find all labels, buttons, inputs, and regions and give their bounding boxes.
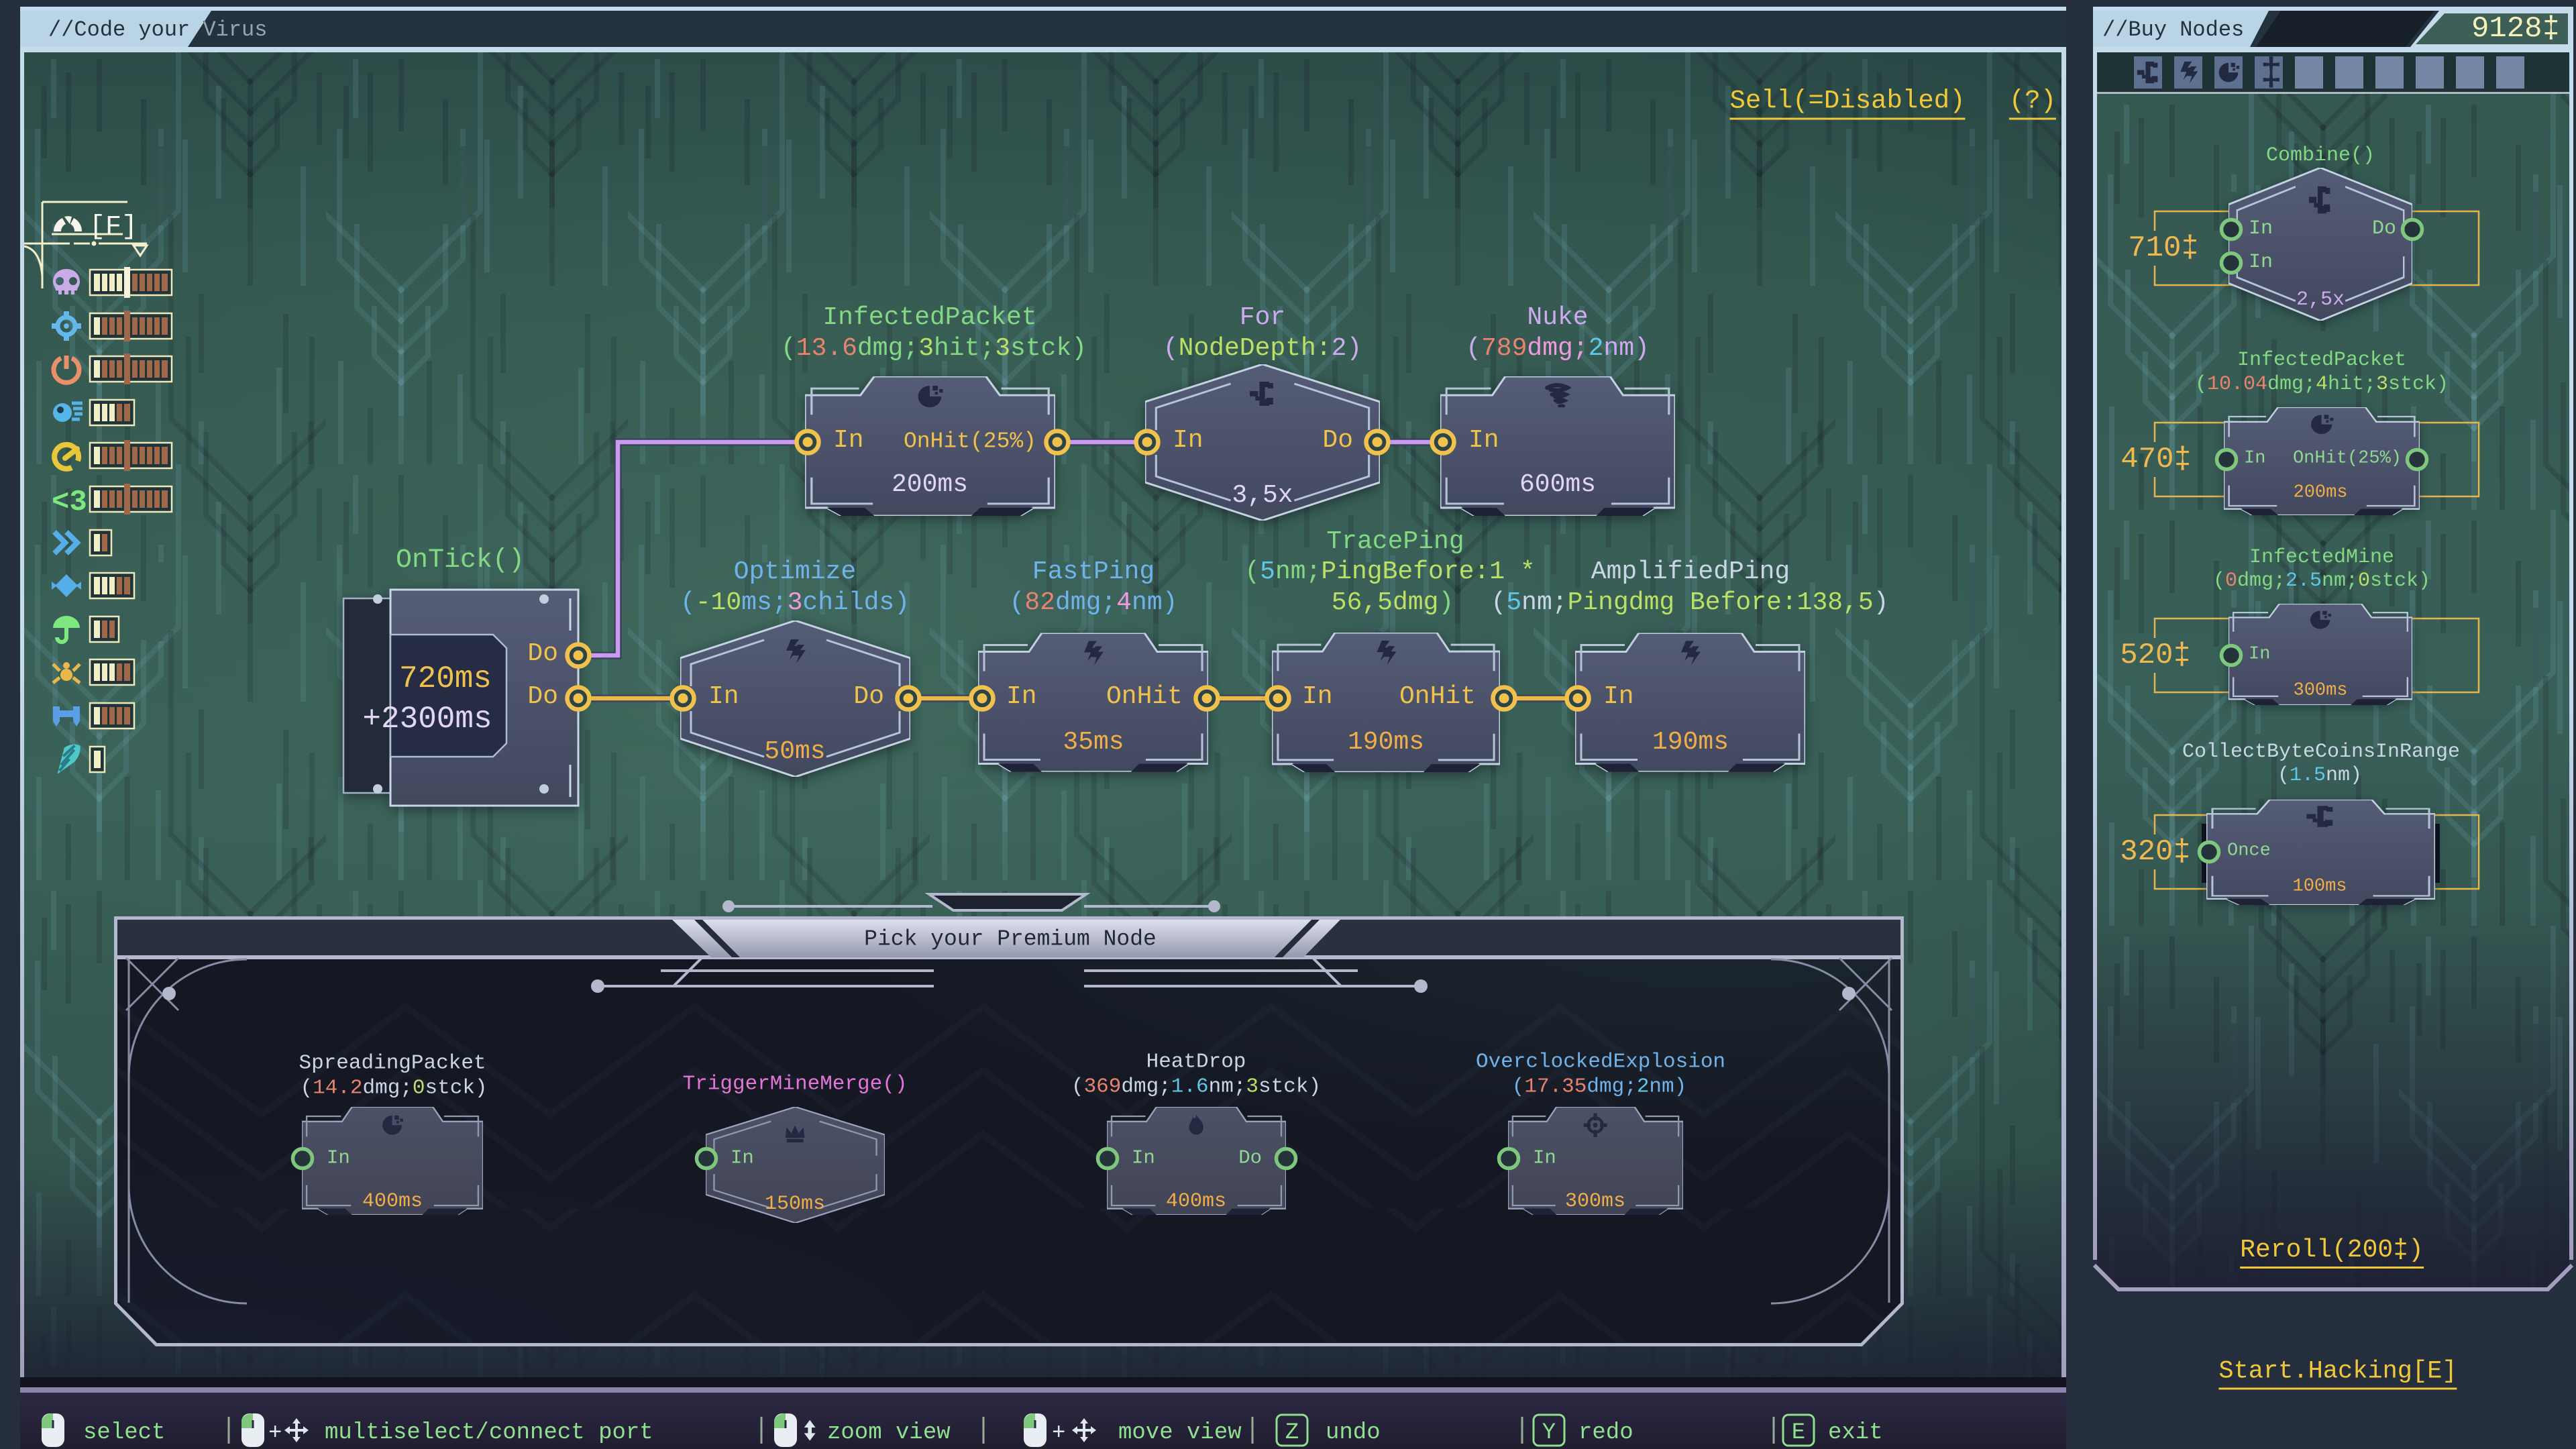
svg-text:select: select [83,1420,165,1446]
svg-text:zoom view: zoom view [827,1420,951,1446]
svg-text:move view: move view [1118,1420,1242,1446]
svg-text:+: + [1052,1421,1065,1446]
svg-text:Z: Z [1285,1420,1299,1446]
svg-text:Y: Y [1542,1420,1556,1446]
svg-text:+: + [268,1421,282,1446]
svg-text:undo: undo [1326,1420,1381,1446]
svg-text:E: E [1792,1420,1805,1446]
svg-text:redo: redo [1578,1420,1633,1446]
svg-text:exit: exit [1828,1420,1883,1446]
svg-text:multiselect/connect port: multiselect/connect port [325,1420,653,1446]
